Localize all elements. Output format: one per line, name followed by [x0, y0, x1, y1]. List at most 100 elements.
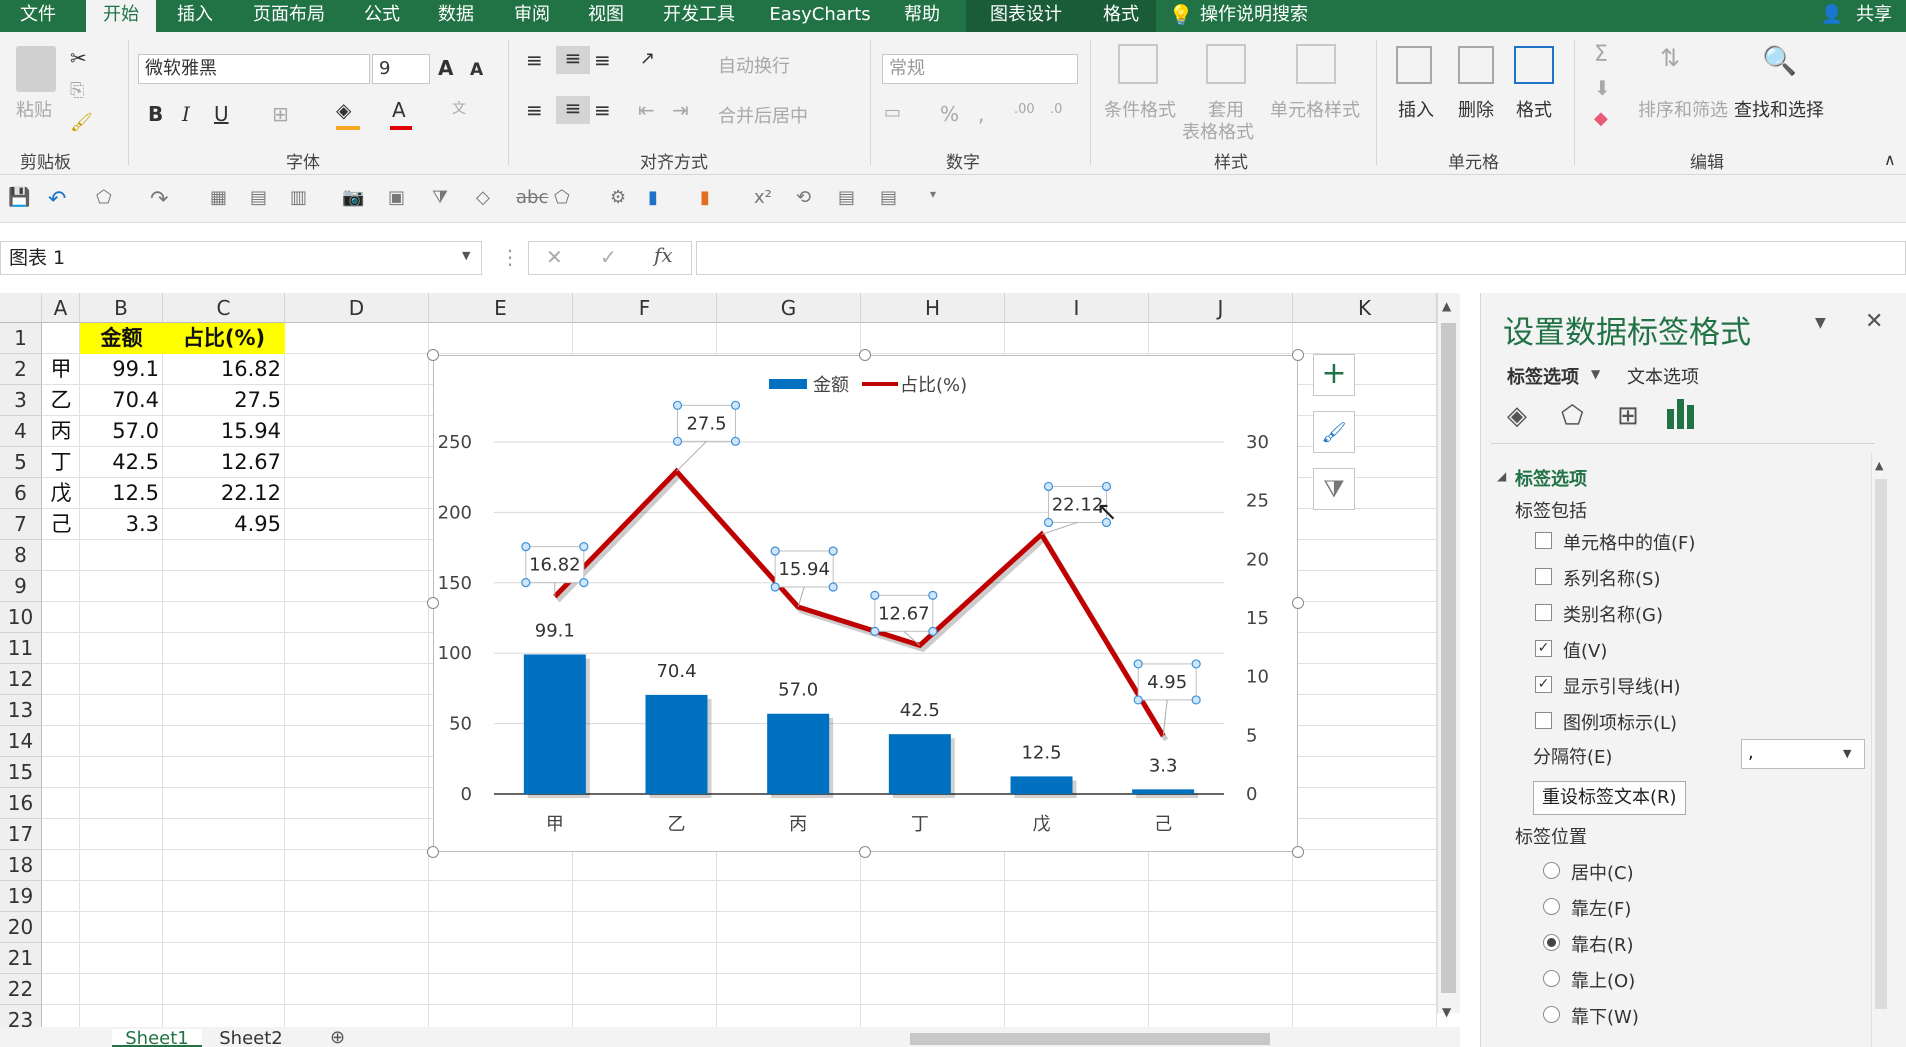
chart-icon[interactable]: ▮	[700, 187, 710, 208]
tool-icon[interactable]: ▤	[838, 187, 855, 208]
superscript-icon[interactable]: x²	[754, 187, 772, 208]
delete-cells-button[interactable]: 删除	[1458, 96, 1494, 122]
tab-file[interactable]: 文件	[0, 0, 76, 32]
percent-icon[interactable]: %	[940, 102, 959, 126]
row-header-13[interactable]: 13	[0, 695, 42, 726]
format-cells-icon[interactable]	[1514, 46, 1554, 84]
label-position-radio[interactable]	[1543, 1006, 1560, 1023]
label-position-text[interactable]: 靠下(W)	[1571, 1003, 1639, 1029]
table-format-icon[interactable]	[1206, 44, 1246, 84]
reset-label-text-button[interactable]: 重设标签文本(R)	[1533, 781, 1686, 815]
phonetic-icon[interactable]: 文	[452, 98, 466, 118]
font-size-select[interactable]: 9	[372, 54, 430, 84]
redo-icon[interactable]: ↷	[150, 187, 168, 212]
col-header-E[interactable]: E	[429, 293, 573, 323]
cell-C3[interactable]: 27.5	[163, 385, 285, 416]
col-header-I[interactable]: I	[1005, 293, 1149, 323]
tab-insert[interactable]: 插入	[160, 0, 230, 32]
fill-color-icon[interactable]: ◈	[336, 98, 351, 122]
fill-line-icon[interactable]: ◈	[1507, 401, 1527, 431]
row-header-16[interactable]: 16	[0, 788, 42, 819]
decrease-font-icon[interactable]: A	[470, 60, 483, 80]
scroll-up-icon[interactable]: ▲	[1442, 299, 1451, 313]
number-format-select[interactable]: 常规	[882, 54, 1078, 84]
label-position-text[interactable]: 靠右(R)	[1571, 931, 1634, 957]
tool-icon[interactable]: ⟲	[796, 187, 811, 208]
label-position-text[interactable]: 靠上(O)	[1571, 967, 1635, 993]
label-option-text[interactable]: 类别名称(G)	[1563, 601, 1663, 627]
align-middle-icon[interactable]: ≡	[556, 46, 590, 74]
label-position-text[interactable]: 居中(C)	[1571, 859, 1634, 885]
row-header-15[interactable]: 15	[0, 757, 42, 788]
cell-A6[interactable]: 戊	[42, 478, 80, 509]
decrease-decimal-icon[interactable]: .0	[1050, 102, 1062, 117]
table-format-button-2[interactable]: 表格格式	[1182, 118, 1254, 144]
label-position-radio[interactable]	[1543, 934, 1560, 951]
row-header-8[interactable]: 8	[0, 540, 42, 571]
tab-data[interactable]: 数据	[424, 0, 488, 32]
tool-icon[interactable]: ▦	[210, 187, 227, 208]
chart-styles-button[interactable]: 🖌	[1313, 411, 1355, 453]
tool-icon[interactable]: ▤	[250, 187, 267, 208]
horizontal-scrollbar[interactable]	[910, 1033, 1270, 1045]
chart-elements-button[interactable]: +	[1313, 354, 1355, 396]
row-header-21[interactable]: 21	[0, 943, 42, 974]
scroll-up-icon[interactable]: ▲	[1875, 459, 1883, 472]
cell-A2[interactable]: 甲	[42, 354, 80, 385]
font-name-select[interactable]: 微软雅黑	[138, 54, 370, 84]
clear-icon[interactable]: ◆	[1594, 108, 1608, 129]
cell-A3[interactable]: 乙	[42, 385, 80, 416]
label-position-radio[interactable]	[1543, 862, 1560, 879]
col-header-F[interactable]: F	[573, 293, 717, 323]
customize-qat-icon[interactable]: ▾	[930, 187, 936, 201]
camera-icon[interactable]: 📷	[342, 187, 364, 208]
col-header-C[interactable]: C	[163, 293, 285, 323]
label-option-checkbox[interactable]	[1535, 532, 1552, 549]
sort-filter-icon[interactable]: ⇅	[1660, 44, 1680, 72]
tab-chart-design[interactable]: 图表设计	[966, 0, 1086, 32]
row-header-12[interactable]: 12	[0, 664, 42, 695]
collapse-ribbon-icon[interactable]: ∧	[1884, 150, 1896, 169]
size-properties-icon[interactable]: ⊞	[1617, 401, 1639, 431]
label-option-checkbox[interactable]: ✓	[1535, 676, 1552, 693]
italic-button[interactable]: I	[182, 102, 190, 126]
wrap-text-button[interactable]: 自动换行	[718, 52, 790, 78]
find-select-button[interactable]: 查找和选择	[1734, 96, 1824, 122]
cell-B1[interactable]: 金额	[80, 323, 163, 354]
delete-cells-icon[interactable]	[1458, 46, 1494, 84]
chart-resize-handle[interactable]	[427, 349, 439, 361]
label-option-text[interactable]: 单元格中的值(F)	[1563, 529, 1695, 555]
scrollbar-thumb[interactable]	[1441, 323, 1456, 993]
tab-easycharts[interactable]: EasyCharts	[760, 0, 880, 32]
row-header-2[interactable]: 2	[0, 354, 42, 385]
format-painter-icon[interactable]: 🖌	[70, 112, 93, 133]
sort-filter-button[interactable]: 排序和筛选	[1638, 96, 1728, 122]
decrease-indent-icon[interactable]: ⇤	[638, 98, 655, 122]
save-icon[interactable]: 💾	[8, 187, 30, 208]
align-top-icon[interactable]: ≡	[526, 48, 543, 72]
label-option-checkbox[interactable]: ✓	[1535, 640, 1552, 657]
collapse-section-icon[interactable]: ◢	[1497, 469, 1506, 483]
insert-cells-icon[interactable]	[1396, 46, 1432, 84]
cell-style-button[interactable]: 单元格样式	[1270, 96, 1360, 122]
tab-review[interactable]: 审阅	[500, 0, 564, 32]
row-header-5[interactable]: 5	[0, 447, 42, 478]
tab-formulas[interactable]: 公式	[350, 0, 414, 32]
align-bottom-icon[interactable]: ≡	[594, 48, 611, 72]
close-pane-icon[interactable]: ✕	[1865, 309, 1883, 334]
cell-B5[interactable]: 42.5	[80, 447, 163, 478]
label-option-checkbox[interactable]	[1535, 604, 1552, 621]
col-header-H[interactable]: H	[861, 293, 1005, 323]
enter-icon[interactable]: ✓	[600, 245, 617, 269]
label-option-text[interactable]: 图例项标示(L)	[1563, 709, 1677, 735]
insert-function-icon[interactable]: fx	[654, 243, 673, 267]
insert-cells-button[interactable]: 插入	[1398, 96, 1434, 122]
find-select-icon[interactable]: 🔍	[1762, 44, 1797, 77]
chart-resize-handle[interactable]	[1292, 846, 1304, 858]
tell-me-search[interactable]: 操作说明搜索	[1200, 0, 1320, 32]
pane-options-chevron-icon[interactable]: ▼	[1815, 315, 1826, 331]
row-header-6[interactable]: 6	[0, 478, 42, 509]
bold-button[interactable]: B	[148, 102, 163, 126]
row-header-20[interactable]: 20	[0, 912, 42, 943]
label-options-icon[interactable]	[1665, 397, 1697, 429]
